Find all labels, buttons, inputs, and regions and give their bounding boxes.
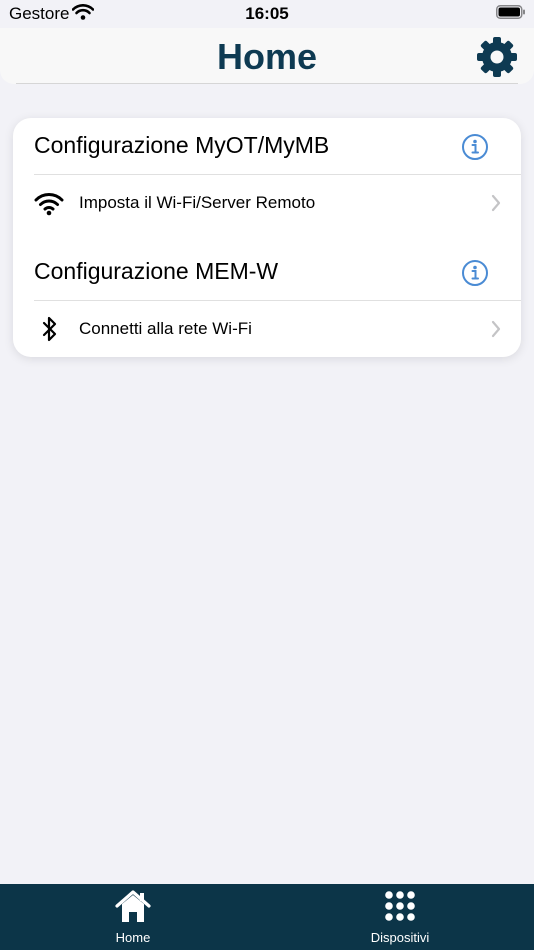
navigation-header: Home [0, 28, 534, 84]
battery-icon [496, 5, 526, 19]
gear-icon [476, 37, 518, 82]
info-icon [461, 134, 489, 165]
wifi-icon [34, 189, 64, 217]
tab-label: Home [115, 930, 151, 945]
grid-dots-icon [383, 889, 417, 928]
info-icon [461, 260, 489, 291]
section-header-myot-mymb: Configurazione MyOT/MyMB [13, 118, 521, 174]
page-title: Home [216, 36, 318, 77]
tab-devices[interactable]: Dispositivi [325, 884, 475, 950]
configuration-card: Configurazione MyOT/MyMB Imposta il Wi-F… [13, 118, 521, 357]
row-set-wifi-remote-server[interactable]: Imposta il Wi-Fi/Server Remoto [13, 175, 521, 231]
tab-bar: Home Dispositivi [0, 884, 534, 950]
section-title: Configurazione MyOT/MyMB [34, 132, 330, 158]
info-button-myot-mymb[interactable] [461, 133, 489, 161]
status-time: 16:05 [245, 4, 289, 23]
chevron-right-icon [491, 320, 501, 338]
section-header-mem-w: Configurazione MEM-W [13, 244, 521, 300]
status-bar: Gestore 16:05 [0, 0, 534, 28]
house-icon [114, 889, 152, 930]
bluetooth-icon [34, 315, 64, 343]
chevron-right-icon [491, 194, 501, 212]
header-divider [16, 83, 518, 84]
tab-label: Dispositivi [370, 930, 430, 945]
settings-button[interactable] [476, 36, 518, 78]
tab-home[interactable]: Home [58, 884, 208, 950]
row-label: Connetti alla rete Wi-Fi [79, 319, 252, 338]
row-connect-wifi-network[interactable]: Connetti alla rete Wi-Fi [13, 301, 521, 357]
section-title: Configurazione MEM-W [34, 258, 279, 284]
info-button-mem-w[interactable] [461, 259, 489, 287]
row-label: Imposta il Wi-Fi/Server Remoto [79, 193, 316, 212]
